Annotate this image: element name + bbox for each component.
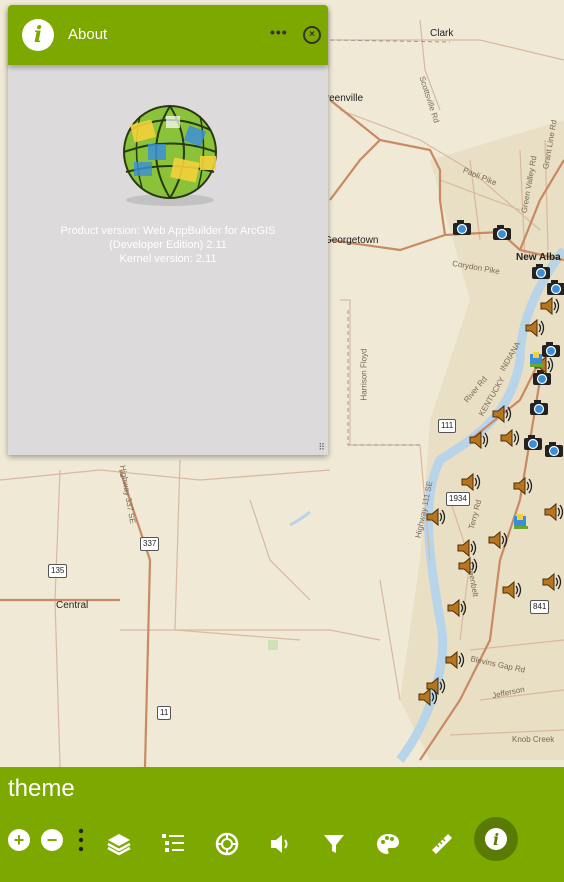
speaker-marker-icon[interactable]: [511, 476, 533, 496]
legend-button[interactable]: [153, 824, 193, 864]
road-harrison-floyd: Harrison Floyd: [359, 348, 369, 401]
camera-icon[interactable]: [491, 223, 513, 243]
kernel-version: Kernel version: 2.11: [119, 253, 217, 265]
about-panel: i About ••• × Product version: Web AppBu…: [8, 5, 328, 455]
route-shield-135: 135: [48, 564, 68, 578]
legend-icon: [162, 834, 184, 852]
theme-title: theme: [8, 775, 75, 802]
product-version-line1: Product version: Web AppBuilder for ArcG…: [60, 225, 276, 237]
camera-icon[interactable]: [545, 278, 564, 298]
flag-marker-icon[interactable]: [510, 512, 532, 532]
speaker-marker-icon[interactable]: [443, 650, 465, 670]
route-shield-337: 337: [140, 537, 160, 551]
route-shield-111: 111: [438, 419, 457, 433]
camera-icon[interactable]: [528, 398, 550, 418]
more-horizontal-icon[interactable]: •••: [270, 24, 288, 40]
speaker-marker-icon[interactable]: [542, 502, 564, 522]
speaker-marker-icon[interactable]: [467, 430, 489, 450]
measurement-button[interactable]: [422, 824, 462, 864]
resize-grip-icon[interactable]: ⠿: [318, 442, 325, 453]
place-georgetown: Georgetown: [324, 235, 379, 246]
palette-button[interactable]: [368, 824, 408, 864]
speaker-marker-icon[interactable]: [500, 580, 522, 600]
svg-text:i: i: [493, 830, 499, 849]
route-shield-11: 11: [157, 706, 172, 720]
filter-button[interactable]: [314, 824, 354, 864]
info-icon: i: [485, 828, 507, 850]
layer-list-button[interactable]: [99, 824, 139, 864]
about-button[interactable]: i: [474, 817, 518, 861]
version-info: Product version: Web AppBuilder for ArcG…: [8, 224, 328, 266]
flag-marker-icon[interactable]: [526, 350, 548, 370]
about-panel-header[interactable]: i About ••• ×: [8, 5, 328, 65]
globe-logo: [123, 105, 217, 206]
more-vertical-icon[interactable]: [78, 827, 84, 853]
basemap-gallery-icon: [215, 832, 239, 856]
place-central: Central: [56, 600, 89, 611]
speaker-marker-icon[interactable]: [455, 538, 477, 558]
speaker-marker-icon[interactable]: [538, 296, 560, 316]
theme-toolbar: theme + − i: [0, 767, 564, 882]
about-panel-title: About: [68, 26, 108, 43]
speaker-marker-icon[interactable]: [490, 404, 512, 424]
speaker-button[interactable]: [261, 824, 301, 864]
measurement-icon: [432, 834, 452, 854]
close-circle-icon[interactable]: ×: [303, 26, 321, 44]
speaker-marker-icon[interactable]: [486, 530, 508, 550]
route-shield-1934: 1934: [446, 492, 470, 506]
speaker-marker-icon[interactable]: [445, 598, 467, 618]
layer-list-icon: [107, 834, 131, 856]
product-version-line2: (Developer Edition) 2.11: [109, 239, 227, 251]
speaker-icon: [271, 835, 288, 853]
basemap-gallery-button[interactable]: [207, 824, 247, 864]
info-icon: i: [22, 19, 54, 51]
speaker-marker-icon[interactable]: [424, 507, 446, 527]
speaker-marker-icon[interactable]: [459, 472, 481, 492]
route-shield-841: 841: [530, 600, 550, 614]
palette-icon: [377, 834, 399, 854]
filter-icon: [324, 835, 344, 853]
speaker-marker-icon[interactable]: [456, 556, 478, 576]
speaker-marker-icon[interactable]: [498, 428, 520, 448]
camera-icon[interactable]: [522, 433, 544, 453]
speaker-marker-icon[interactable]: [540, 572, 562, 592]
zoom-in-button[interactable]: +: [8, 829, 30, 851]
camera-icon[interactable]: [543, 440, 564, 460]
place-clark: Clark: [430, 28, 454, 39]
speaker-marker-icon[interactable]: [416, 687, 438, 707]
speaker-marker-icon[interactable]: [523, 318, 545, 338]
road-knob-creek: Knob Creek: [512, 735, 555, 744]
zoom-out-button[interactable]: −: [41, 829, 63, 851]
camera-icon[interactable]: [451, 218, 473, 238]
